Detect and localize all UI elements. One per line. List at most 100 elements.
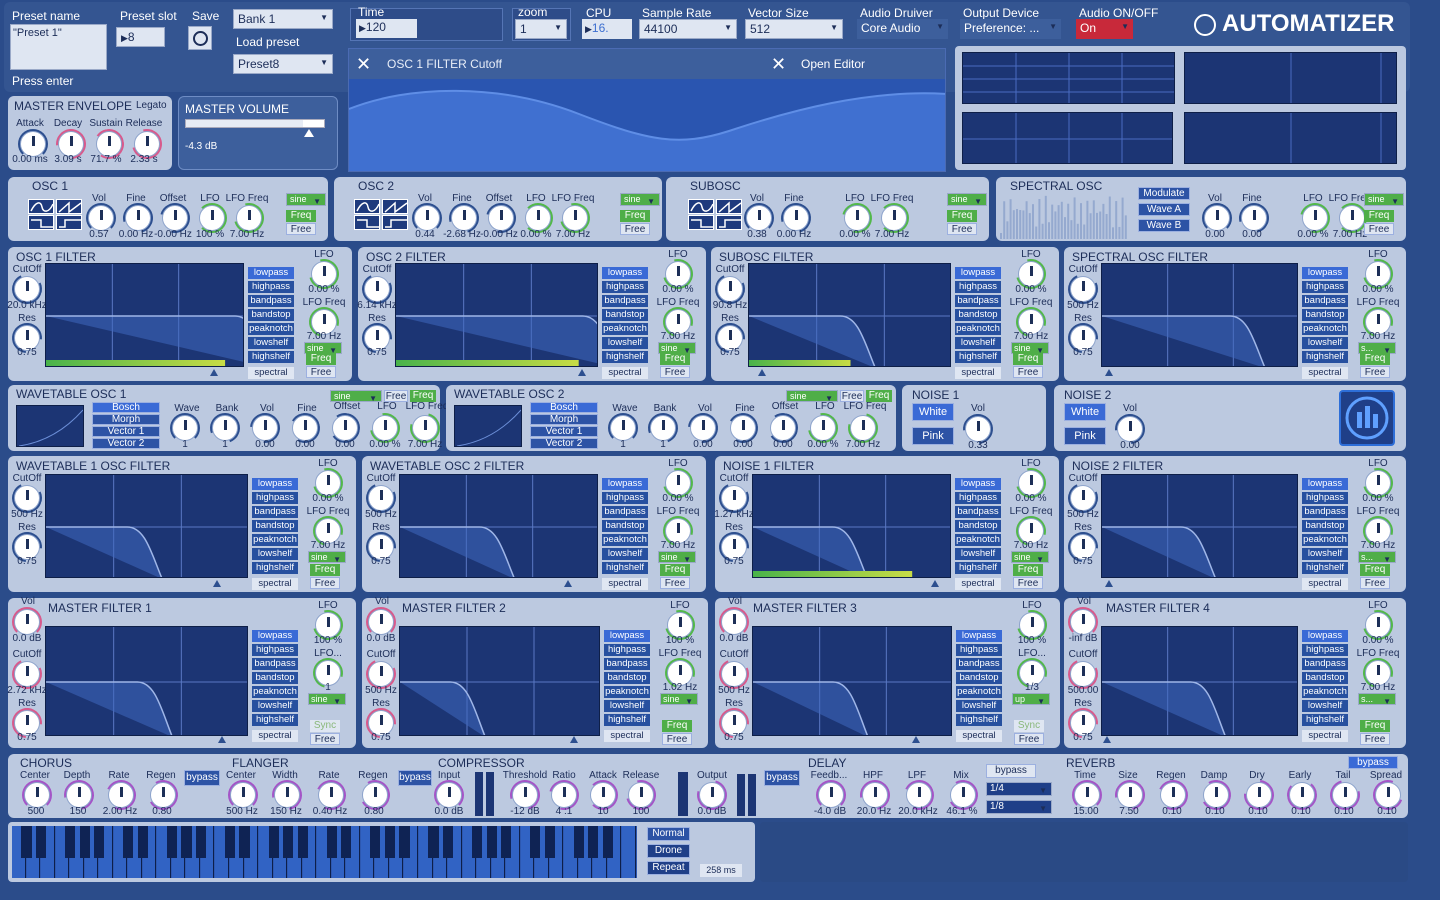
filter-type-highshelf[interactable]: highshelf bbox=[604, 714, 650, 726]
filter-type-bandpass[interactable]: bandpass bbox=[956, 658, 1002, 670]
noise-pink-button[interactable]: Pink bbox=[912, 427, 954, 445]
filter-type-lowpass[interactable]: lowpass bbox=[602, 478, 648, 490]
preset-slot-field[interactable]: ▶8 bbox=[116, 27, 165, 47]
piano-black-key[interactable] bbox=[195, 826, 207, 858]
preset-dropdown[interactable]: Preset8 bbox=[233, 54, 333, 74]
wavetable-free-button[interactable]: Free bbox=[840, 390, 864, 402]
osc-1-knob-3[interactable] bbox=[525, 205, 551, 231]
chorus-knob-0[interactable] bbox=[24, 782, 50, 808]
filter-type-spectral[interactable]: spectral bbox=[956, 730, 1002, 742]
piano-black-key[interactable] bbox=[530, 826, 541, 858]
osc-2-knob-2[interactable] bbox=[844, 205, 870, 231]
cutoff-knob[interactable] bbox=[368, 485, 394, 511]
zoom-dropdown[interactable]: 1 bbox=[515, 19, 567, 39]
filter-response-graph[interactable] bbox=[752, 474, 951, 578]
piano-black-key[interactable] bbox=[544, 826, 555, 858]
filter-type-lowshelf[interactable]: lowshelf bbox=[1302, 548, 1348, 560]
lfo-freq-button[interactable]: Sync bbox=[1014, 720, 1044, 732]
osc-1-knob-4[interactable] bbox=[562, 205, 588, 231]
lfo-wave-dropdown[interactable]: sine bbox=[660, 693, 698, 706]
reverb-knob-2[interactable] bbox=[1160, 782, 1186, 808]
filter-type-highpass[interactable]: highpass bbox=[252, 492, 298, 504]
osc-2-knob-1[interactable] bbox=[783, 205, 809, 231]
wavetable-display[interactable] bbox=[16, 405, 84, 447]
filter-type-highshelf[interactable]: highshelf bbox=[1302, 351, 1348, 363]
delay-knob-2[interactable] bbox=[906, 782, 932, 808]
osc-3-knob-0[interactable] bbox=[1204, 205, 1230, 231]
filter-type-lowshelf[interactable]: lowshelf bbox=[252, 700, 298, 712]
reverb-knob-3[interactable] bbox=[1203, 782, 1229, 808]
chorus-knob-2[interactable] bbox=[108, 782, 134, 808]
lfo-freq-button[interactable]: Freq bbox=[1360, 720, 1390, 732]
filter-type-highshelf[interactable]: highshelf bbox=[602, 562, 648, 574]
noise-vol-knob[interactable] bbox=[1117, 416, 1143, 442]
filter-type-bandpass[interactable]: bandpass bbox=[252, 658, 298, 670]
lfo-free-button[interactable]: Free bbox=[1360, 577, 1390, 589]
reverb-knob-6[interactable] bbox=[1332, 782, 1358, 808]
wave-pulse-icon[interactable] bbox=[56, 215, 82, 230]
noise-white-button[interactable]: White bbox=[912, 403, 954, 421]
filter-type-peaknotch[interactable]: peaknotch bbox=[955, 323, 1001, 335]
wave-sine-icon[interactable] bbox=[354, 199, 380, 214]
filter-type-bandstop[interactable]: bandstop bbox=[602, 520, 648, 532]
filter-type-highpass[interactable]: highpass bbox=[1302, 492, 1348, 504]
filter-type-highpass[interactable]: highpass bbox=[955, 492, 1001, 504]
piano-black-key[interactable] bbox=[399, 826, 410, 858]
filter-type-bandstop[interactable]: bandstop bbox=[1302, 520, 1348, 532]
lfo-freq-button[interactable]: Freq bbox=[660, 564, 690, 576]
filter-type-highshelf[interactable]: highshelf bbox=[252, 714, 298, 726]
filter-type-spectral[interactable]: spectral bbox=[955, 578, 1001, 590]
wavetable-bank-2[interactable]: Vector 1 bbox=[530, 426, 598, 437]
chorus-bypass-button[interactable]: bypass bbox=[184, 770, 220, 786]
piano-black-key[interactable] bbox=[137, 826, 148, 858]
filter-type-highpass[interactable]: highpass bbox=[602, 281, 648, 293]
reverb-knob-5[interactable] bbox=[1289, 782, 1315, 808]
filter-type-lowshelf[interactable]: lowshelf bbox=[955, 548, 1001, 560]
wavetable-knob-0[interactable] bbox=[610, 415, 636, 441]
chorus-knob-1[interactable] bbox=[66, 782, 92, 808]
filter-type-bandstop[interactable]: bandstop bbox=[1302, 672, 1348, 684]
lfo-free-button[interactable]: Free bbox=[310, 733, 340, 745]
cutoff-knob[interactable] bbox=[14, 485, 40, 511]
flanger-knob-2[interactable] bbox=[318, 782, 344, 808]
wavetable-knob-5[interactable] bbox=[372, 415, 398, 441]
wave-sine-icon[interactable] bbox=[688, 199, 714, 214]
piano-black-key[interactable] bbox=[472, 826, 483, 858]
filter-type-highpass[interactable]: highpass bbox=[956, 644, 1002, 656]
lfo-wave-dropdown[interactable]: s... bbox=[1358, 551, 1396, 564]
wave-square-icon[interactable] bbox=[688, 215, 714, 230]
wavetable-knob-0[interactable] bbox=[172, 415, 198, 441]
filter-type-bandpass[interactable]: bandpass bbox=[248, 295, 294, 307]
filter-type-bandstop[interactable]: bandstop bbox=[956, 672, 1002, 684]
lfo-free-button[interactable]: Free bbox=[1013, 366, 1043, 378]
piano-black-key[interactable] bbox=[224, 826, 236, 858]
filter-type-bandstop[interactable]: bandstop bbox=[248, 309, 294, 321]
lfo-free-button[interactable]: Free bbox=[1014, 733, 1044, 745]
lfo-freq-button[interactable]: Freq bbox=[1013, 353, 1043, 365]
filter-type-spectral[interactable]: spectral bbox=[252, 730, 298, 742]
flanger-knob-3[interactable] bbox=[362, 782, 388, 808]
piano-black-key[interactable] bbox=[21, 826, 32, 858]
filter-type-peaknotch[interactable]: peaknotch bbox=[955, 534, 1001, 546]
wavetable-bank-3[interactable]: Vector 2 bbox=[530, 438, 598, 449]
filter-type-bandstop[interactable]: bandstop bbox=[604, 672, 650, 684]
sample-rate-dropdown[interactable]: 44100 bbox=[639, 19, 737, 39]
filter-type-bandpass[interactable]: bandpass bbox=[955, 506, 1001, 518]
filter-type-peaknotch[interactable]: peaknotch bbox=[1302, 534, 1348, 546]
filter-type-peaknotch[interactable]: peaknotch bbox=[604, 686, 650, 698]
osc-freq-button[interactable]: Freq bbox=[947, 210, 977, 222]
wavetable-knob-2[interactable] bbox=[252, 415, 278, 441]
master-volume-thumb-icon[interactable] bbox=[304, 129, 314, 137]
cutoff-knob[interactable] bbox=[1070, 485, 1096, 511]
filter-type-highshelf[interactable]: highshelf bbox=[602, 351, 648, 363]
piano-black-key[interactable] bbox=[588, 826, 599, 858]
spectral-btn-0[interactable]: Modulate bbox=[1138, 187, 1190, 200]
delay-bypass-button[interactable]: bypass bbox=[986, 764, 1036, 778]
time-field[interactable]: ▶120 bbox=[356, 19, 417, 38]
filter-type-bandpass[interactable]: bandpass bbox=[252, 506, 298, 518]
reverb-knob-4[interactable] bbox=[1246, 782, 1272, 808]
wave-pulse-icon[interactable] bbox=[382, 215, 408, 230]
compressor-knob-2[interactable] bbox=[551, 782, 577, 808]
filter-type-highpass[interactable]: highpass bbox=[604, 644, 650, 656]
filter-type-spectral[interactable]: spectral bbox=[602, 578, 648, 590]
